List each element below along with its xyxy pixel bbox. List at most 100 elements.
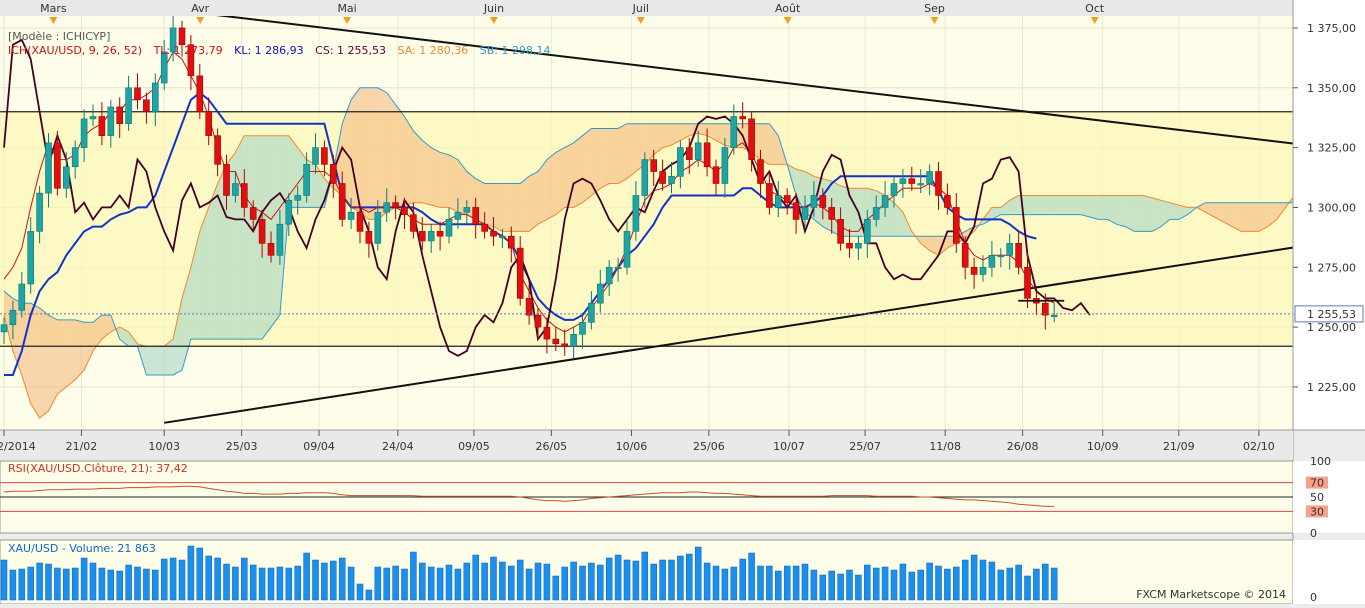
- volume-bar: [134, 566, 141, 601]
- volume-bar: [890, 569, 898, 601]
- volume-bar: [561, 566, 568, 601]
- volume-bar: [721, 568, 729, 601]
- volume-bar: [18, 568, 26, 601]
- y-tick-label: 1 300,00: [1307, 201, 1356, 214]
- ichimoku-legend: ICH(XAU/USD, 9, 26, 52) TL: 1 273,79 KL:…: [8, 44, 550, 57]
- volume-bar: [783, 565, 791, 601]
- volume-bar: [321, 562, 328, 601]
- candle-body: [98, 116, 106, 136]
- y-tick-label: 1 275,00: [1307, 261, 1356, 274]
- candle-body: [427, 231, 435, 242]
- volume-bar: [623, 559, 631, 601]
- cloud-segment-bear: [502, 183, 512, 232]
- cloud-segment-bear: [440, 152, 449, 208]
- candle-body: [347, 211, 355, 220]
- volume-bar: [579, 565, 586, 601]
- cloud-segment-bull: [146, 346, 156, 375]
- candle-body: [54, 142, 61, 189]
- volume-bar: [285, 567, 293, 601]
- volume-bar: [846, 569, 853, 601]
- candle-body: [1042, 302, 1049, 316]
- legend-ich: ICH(XAU/USD, 9, 26, 52): [8, 44, 142, 57]
- volume-bar: [525, 568, 533, 601]
- volume-bar: [988, 561, 996, 601]
- cloud-segment-bear: [1241, 202, 1250, 232]
- candle-body: [80, 118, 88, 148]
- volume-axis-zero: 0: [1310, 591, 1317, 604]
- cloud-segment-bull: [244, 135, 254, 340]
- cloud-segment-bear: [75, 319, 85, 380]
- candle-body: [116, 106, 123, 124]
- volume-bar: [997, 569, 1005, 601]
- volume-bar: [481, 562, 488, 601]
- candle-body: [89, 116, 97, 120]
- volume-bar: [445, 564, 453, 601]
- volume-bar: [374, 566, 382, 601]
- volume-bar: [543, 563, 551, 601]
- candle-body: [1015, 243, 1022, 268]
- candle-body: [516, 247, 524, 299]
- volume-bar: [677, 555, 684, 601]
- volume-bar: [748, 552, 755, 601]
- candle-body: [703, 142, 711, 168]
- rsi-axis: [1293, 461, 1365, 533]
- volume-bar: [223, 563, 230, 601]
- candle-body: [721, 147, 729, 184]
- cloud-segment-bear: [600, 128, 610, 189]
- volume-bar: [338, 557, 346, 601]
- candle-body: [445, 219, 453, 237]
- candle-body: [588, 302, 595, 323]
- volume-bar: [499, 561, 506, 601]
- volume-bar: [881, 566, 889, 601]
- volume-title: XAU/USD - Volume: 21 863: [8, 542, 156, 555]
- candle-body: [178, 27, 186, 46]
- volume-bar: [1006, 567, 1013, 601]
- price-axis: [1293, 0, 1365, 430]
- volume-bar: [107, 569, 115, 601]
- candle-body: [134, 87, 141, 101]
- candle-body: [490, 231, 497, 237]
- volume-bar: [712, 565, 720, 601]
- volume-bar: [819, 574, 827, 601]
- volume-bar: [125, 564, 132, 601]
- candle-body: [801, 207, 809, 220]
- volume-bar: [1050, 567, 1058, 601]
- candle-body: [18, 283, 26, 311]
- model-label: [Modèle : ICHICYP]: [8, 30, 110, 43]
- volume-bar: [419, 562, 426, 601]
- x-tick-label: 25/07: [849, 440, 881, 453]
- volume-bar: [214, 557, 221, 601]
- volume-bar: [347, 566, 355, 601]
- candle-body: [1024, 266, 1031, 299]
- volume-bar: [427, 566, 435, 601]
- candle-body: [694, 142, 702, 160]
- volume-bar: [508, 565, 515, 601]
- month-label: Avr: [191, 2, 209, 15]
- volume-bar: [356, 583, 364, 601]
- cloud-segment-bull: [1045, 195, 1055, 215]
- volume-bar: [143, 568, 150, 601]
- cloud-segment-bull: [1080, 195, 1090, 218]
- x-tick-label: 26/08: [1007, 440, 1039, 453]
- cloud-segment-bear: [395, 104, 405, 208]
- volume-bar: [205, 555, 212, 601]
- volume-bar: [454, 568, 462, 601]
- volume-bar: [855, 574, 862, 601]
- legend-cs: CS: 1 255,53: [315, 44, 386, 57]
- volume-bar: [1015, 564, 1022, 601]
- volume-bar: [249, 564, 257, 601]
- cloud-segment-bear: [511, 183, 521, 232]
- cloud-segment-bear: [431, 147, 441, 208]
- cloud-segment-bear: [484, 183, 494, 227]
- candle-body: [392, 202, 399, 208]
- cloud-segment-bear: [520, 176, 530, 232]
- candle-body: [774, 195, 782, 208]
- cloud-segment-bull: [1054, 195, 1064, 215]
- candle-body: [917, 183, 925, 186]
- volume-bar: [80, 557, 88, 601]
- candle-body: [757, 159, 764, 184]
- candle-body: [596, 283, 604, 304]
- volume-bar: [303, 552, 310, 601]
- volume-bar: [632, 560, 640, 601]
- volume-bar: [605, 557, 613, 601]
